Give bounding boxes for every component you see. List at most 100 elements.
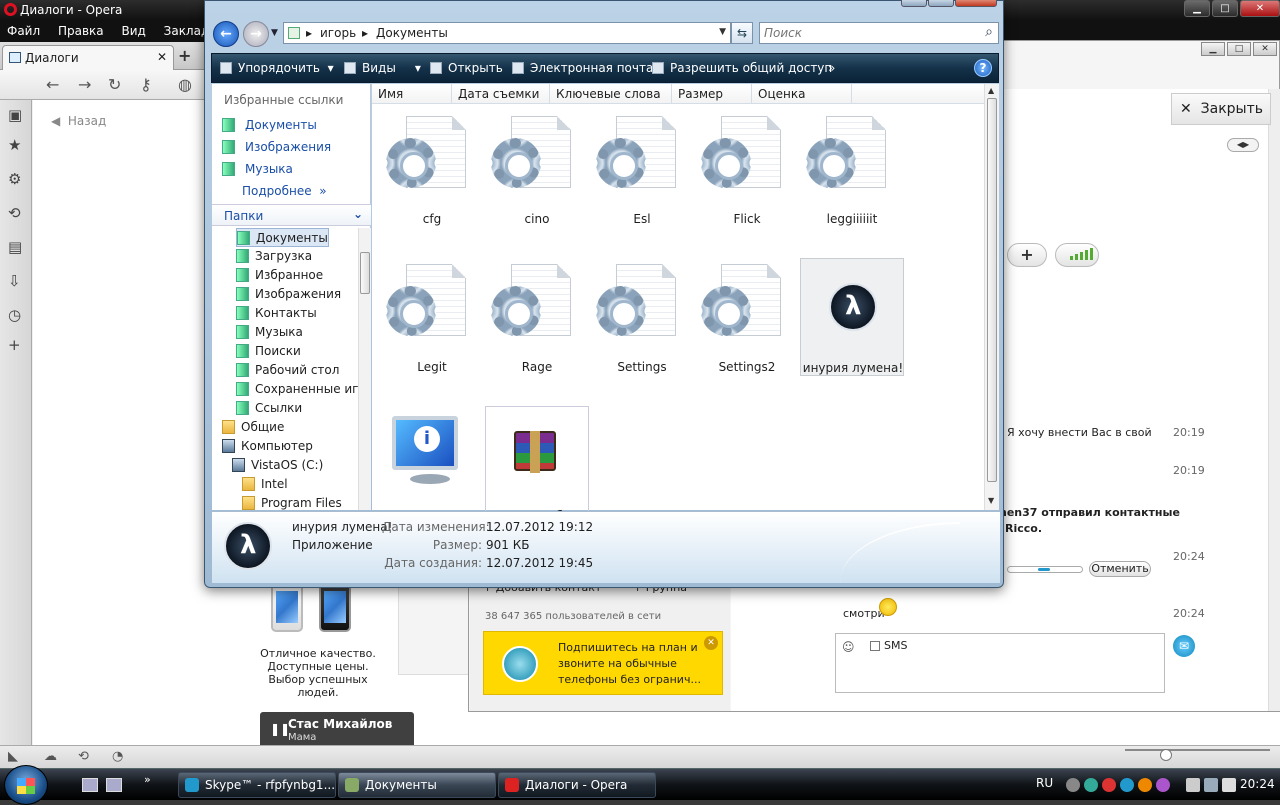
chevron-down-icon[interactable]: ⌄ — [353, 207, 363, 221]
add-panel-icon[interactable]: + — [8, 336, 21, 354]
add-participant-button[interactable]: + — [1007, 243, 1047, 267]
file-item[interactable]: Rage — [485, 258, 589, 376]
taskbar-button[interactable]: Skype™ - rfpfynbg1... — [178, 772, 336, 798]
tray-app-icon[interactable] — [1084, 778, 1098, 792]
column-name[interactable]: Имя — [372, 84, 452, 104]
explorer-maximize-button[interactable] — [928, 0, 954, 7]
tree-item[interactable]: Ссылки — [236, 399, 302, 418]
cancel-transfer-button[interactable]: Отменить — [1089, 561, 1151, 577]
downloads-icon[interactable]: ⇩ — [8, 272, 21, 290]
file-item[interactable]: инурия лумена — [380, 406, 484, 524]
speed-dial-icon[interactable]: ▣ — [8, 106, 22, 124]
close-button[interactable]: ✕ — [1240, 0, 1280, 17]
file-item[interactable]: Legit — [380, 258, 484, 376]
back-button[interactable]: ← — [213, 21, 239, 47]
panel-toggle-icon[interactable]: ◣ — [8, 749, 18, 764]
menu-edit[interactable]: Правка — [51, 20, 111, 42]
tab-dialogs[interactable]: Диалоги ✕ — [2, 45, 174, 70]
zoom-slider-thumb[interactable] — [1160, 749, 1172, 761]
ad-close-icon[interactable]: ✕ — [704, 636, 718, 650]
message-input[interactable]: ☺ SMS — [835, 633, 1165, 693]
scroll-down-icon[interactable]: ▼ — [988, 496, 994, 505]
skype-minimize-button[interactable]: ▁ — [1201, 42, 1225, 56]
call-quality-icon[interactable] — [1055, 243, 1099, 267]
phones-ad-image[interactable] — [271, 582, 367, 634]
scroll-up-icon[interactable]: ▲ — [988, 86, 994, 95]
file-item[interactable]: инурия лумена! — [800, 258, 904, 376]
tree-item[interactable]: Документы — [236, 228, 329, 247]
cloud-icon[interactable]: ☁ — [44, 749, 57, 764]
file-item[interactable]: leggiiiiiit — [800, 110, 904, 228]
tree-item[interactable]: Компьютер — [222, 437, 313, 456]
skype-maximize-button[interactable]: □ — [1227, 42, 1251, 56]
file-item[interactable]: Flick — [695, 110, 799, 228]
tray-arrow-icon[interactable] — [1066, 778, 1080, 792]
send-message-button[interactable]: ✉ — [1173, 635, 1195, 657]
help-icon[interactable]: ? — [974, 59, 992, 77]
menu-file[interactable]: Файл — [0, 20, 47, 42]
column-tags[interactable]: Ключевые слова — [550, 84, 672, 104]
explorer-close-button[interactable] — [955, 0, 997, 7]
quicklaunch-more-icon[interactable]: » — [144, 773, 151, 786]
breadcrumb-separator[interactable]: ▸ — [362, 26, 368, 40]
conversation-scrollbar[interactable] — [1268, 89, 1280, 711]
show-desktop-icon[interactable] — [82, 778, 98, 792]
tab-close-icon[interactable]: ✕ — [157, 50, 167, 64]
search-box[interactable]: ⌕ — [759, 22, 999, 44]
file-item[interactable]: Esl — [590, 110, 694, 228]
share-button[interactable]: Разрешить общий доступ — [652, 61, 832, 75]
tray-warning-icon[interactable] — [1138, 778, 1152, 792]
file-item[interactable]: cino — [485, 110, 589, 228]
history-dropdown-icon[interactable]: ▼ — [271, 28, 278, 38]
turbo-icon[interactable]: ◔ — [112, 749, 123, 764]
notes-icon[interactable]: ▤ — [8, 238, 22, 256]
tray-opera-icon[interactable] — [1102, 778, 1116, 792]
forward-button[interactable]: → — [243, 21, 269, 47]
history-clock-icon[interactable]: ◷ — [8, 306, 21, 324]
tree-scrollbar[interactable] — [358, 228, 371, 510]
emoticon-icon[interactable]: ☺ — [842, 640, 855, 654]
tree-item[interactable]: Program Files — [242, 494, 342, 510]
bookmarks-star-icon[interactable]: ★ — [8, 136, 21, 154]
column-size[interactable]: Размер — [672, 84, 752, 104]
file-item[interactable]: Settings2 — [695, 258, 799, 376]
file-list-scrollbar[interactable]: ▲ ▼ — [984, 84, 999, 510]
more-favorites-link[interactable]: Подробнее » — [242, 184, 327, 198]
address-bar[interactable]: ▸ игорь ▸ Документы ▼ — [283, 22, 731, 44]
organize-button[interactable]: Упорядочить ▾ — [220, 61, 334, 75]
zoom-slider[interactable] — [1125, 749, 1270, 751]
key-icon[interactable]: ⚷ — [140, 75, 152, 94]
scroll-arrows[interactable]: ◀▶ — [1227, 138, 1259, 152]
email-button[interactable]: Электронная почта — [512, 61, 653, 75]
favorite-pictures[interactable]: Изображения — [222, 140, 331, 154]
clock[interactable]: 20:24 — [1240, 777, 1275, 791]
views-button[interactable]: Виды ▾ — [344, 61, 421, 75]
globe-icon[interactable]: ◍ — [178, 75, 192, 94]
switch-windows-icon[interactable] — [106, 778, 122, 792]
search-icon[interactable]: ⌕ — [985, 24, 993, 40]
tree-item[interactable]: VistaOS (C:) — [232, 456, 323, 475]
breadcrumb-documents[interactable]: Документы — [376, 26, 448, 40]
reload-icon[interactable]: ↻ — [108, 75, 121, 94]
share-icon[interactable]: ⟲ — [8, 204, 21, 222]
skype-close-window-button[interactable]: ✕ — [1253, 42, 1277, 56]
file-scroll-thumb[interactable] — [987, 98, 997, 482]
breadcrumb-user[interactable]: игорь — [320, 26, 356, 40]
tree-item[interactable]: Избранное — [236, 266, 323, 285]
tree-item[interactable]: Сохраненные иг — [236, 380, 358, 399]
new-tab-button[interactable]: + — [178, 46, 191, 65]
refresh-button[interactable]: ⇆ — [731, 22, 753, 44]
tree-item[interactable]: Музыка — [236, 323, 303, 342]
tree-item[interactable]: Контакты — [236, 304, 317, 323]
ad-text[interactable]: Отличное качество. Доступные цены. Выбор… — [253, 647, 383, 699]
column-rating[interactable]: Оценка — [752, 84, 852, 104]
forward-arrow-icon[interactable]: → — [78, 75, 91, 94]
network-icon[interactable] — [1204, 778, 1218, 792]
file-item[interactable]: cfg — [380, 110, 484, 228]
skype-ad-banner[interactable]: Подпишитесь на план и звоните на обычные… — [483, 631, 723, 695]
file-item[interactable]: Settings — [590, 258, 694, 376]
unite-icon[interactable]: ⟲ — [78, 749, 89, 764]
tray-skype-icon[interactable] — [1120, 778, 1134, 792]
sms-checkbox[interactable] — [870, 641, 880, 651]
tree-item[interactable]: Загрузка — [236, 247, 312, 266]
